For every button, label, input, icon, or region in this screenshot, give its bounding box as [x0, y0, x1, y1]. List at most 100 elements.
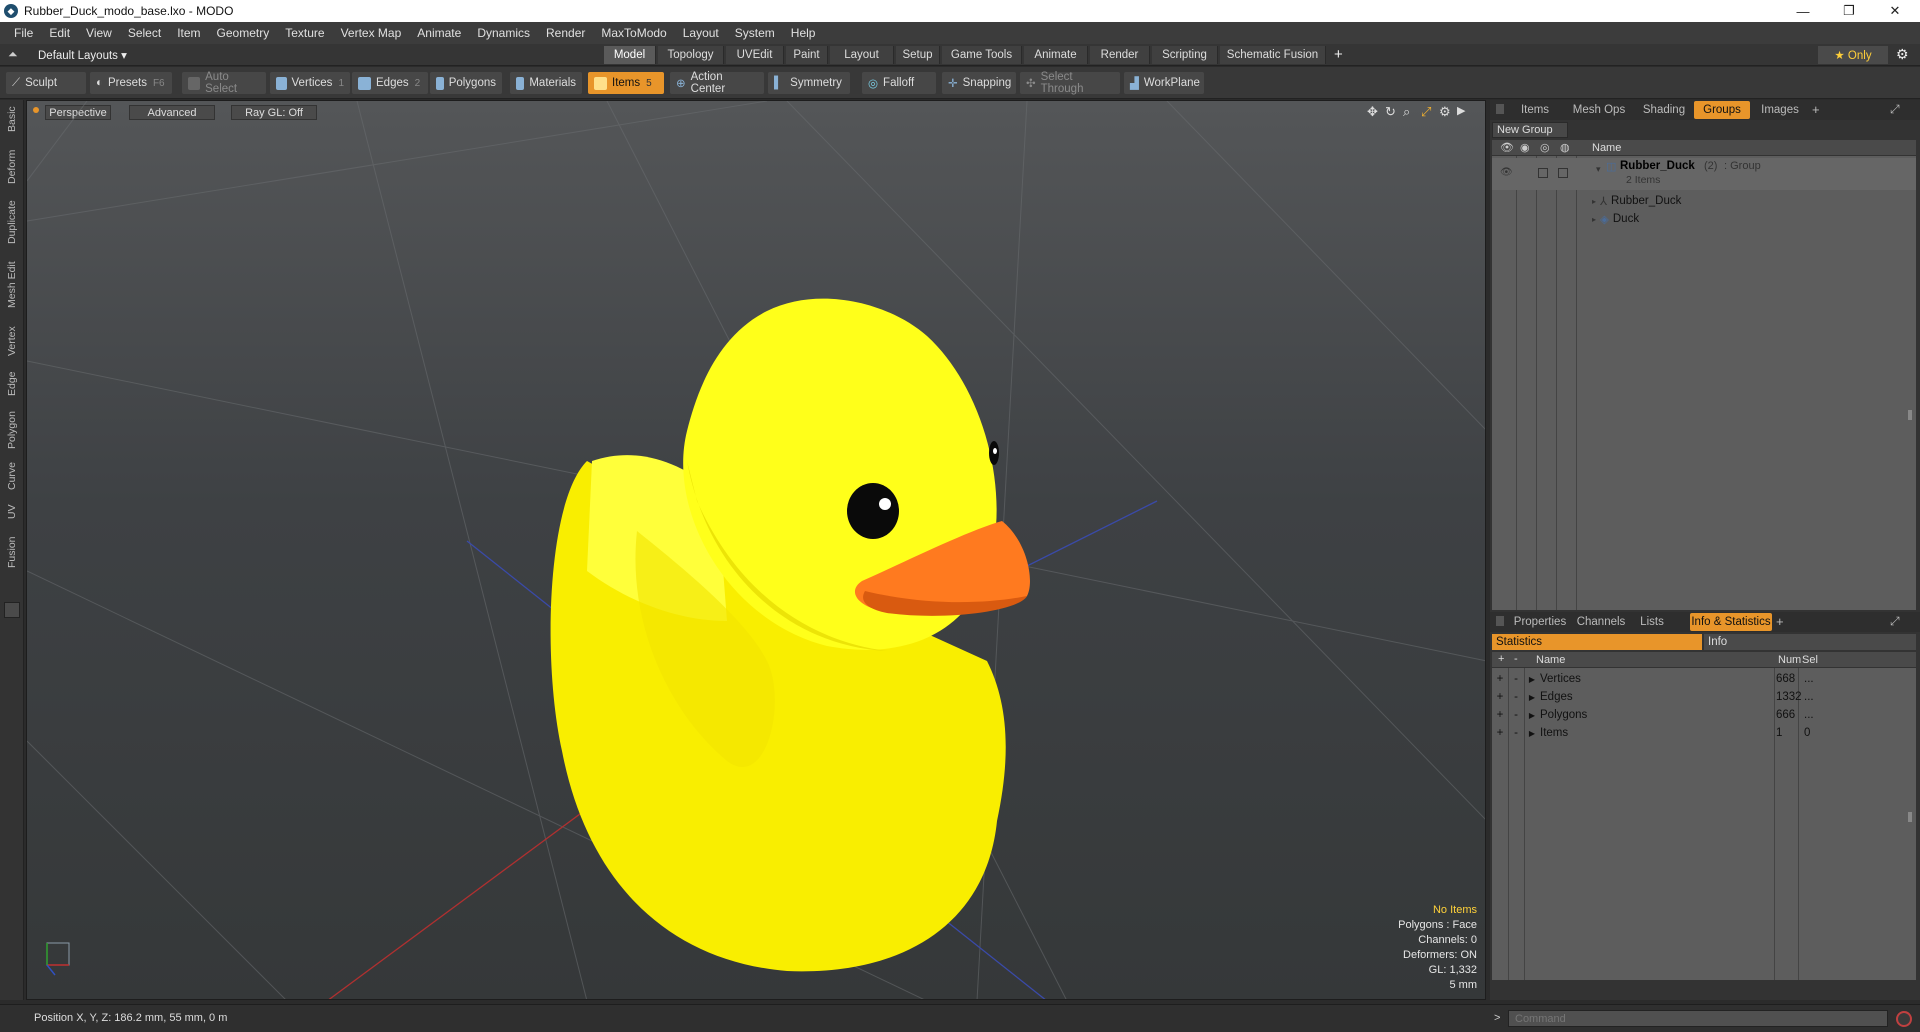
info-panel-grip-icon[interactable] — [1496, 616, 1504, 626]
tab-render[interactable]: Render — [1090, 46, 1150, 64]
tab-topology[interactable]: Topology — [658, 46, 724, 64]
toolbox-toggle-button[interactable] — [4, 602, 20, 618]
close-button[interactable]: ✕ — [1872, 0, 1918, 22]
table-row[interactable]: + - ▶ Vertices 668 ... — [1492, 670, 1916, 688]
3d-viewport[interactable]: Perspective Advanced Ray GL: Off ✥ ↻ ⌕ ⤢… — [26, 100, 1486, 1000]
add-tab-button[interactable]: + — [1334, 46, 1343, 63]
group-expand-icon[interactable]: ▾ — [1596, 164, 1601, 175]
new-group-button[interactable]: New Group — [1492, 122, 1568, 138]
sidetab-vertex[interactable]: Vertex — [2, 320, 22, 362]
tab-info-statistics[interactable]: Info & Statistics — [1690, 613, 1772, 631]
panel-grip-icon[interactable] — [1496, 104, 1504, 114]
child-expand-icon[interactable]: ▸ — [1592, 215, 1596, 224]
tab-model[interactable]: Model — [604, 46, 656, 64]
tab-shading[interactable]: Shading — [1636, 101, 1692, 119]
table-row[interactable]: + - ▶ Items 1 0 — [1492, 724, 1916, 742]
subtab-info[interactable]: Info — [1704, 634, 1916, 650]
add-panel-tab-button[interactable]: + — [1812, 102, 1820, 117]
menu-edit[interactable]: Edit — [41, 26, 78, 40]
menu-help[interactable]: Help — [783, 26, 824, 40]
render-icon[interactable]: ◉ — [1520, 141, 1530, 154]
sidetab-duplicate[interactable]: Duplicate — [2, 196, 22, 248]
polygons-button[interactable]: Polygons — [430, 72, 502, 94]
tab-items[interactable]: Items — [1510, 101, 1560, 119]
row-expand-icon[interactable]: ▶ — [1524, 729, 1540, 738]
materials-button[interactable]: Materials — [510, 72, 582, 94]
lock-icon[interactable]: ◎ — [1540, 141, 1550, 154]
tab-game-tools[interactable]: Game Tools — [942, 46, 1022, 64]
row-add-icon[interactable]: + — [1492, 673, 1508, 685]
menu-dynamics[interactable]: Dynamics — [469, 26, 538, 40]
menu-item[interactable]: Item — [169, 26, 208, 40]
statistics-scrollbar[interactable] — [1908, 812, 1912, 822]
group-visibility-eye-icon[interactable]: 👁 — [1500, 167, 1513, 178]
select-through-button[interactable]: ✣ Select Through — [1020, 71, 1120, 95]
tab-lists[interactable]: Lists — [1632, 613, 1672, 631]
row-expand-icon[interactable]: ▶ — [1524, 711, 1540, 720]
only-toggle[interactable]: ★ Only — [1818, 46, 1888, 64]
group-lock-checkbox[interactable] — [1538, 168, 1548, 178]
record-macro-icon[interactable] — [1896, 1011, 1912, 1027]
row-expand-icon[interactable]: ▶ — [1524, 675, 1540, 684]
group-select-checkbox[interactable] — [1558, 168, 1568, 178]
menu-layout[interactable]: Layout — [675, 26, 727, 40]
menu-view[interactable]: View — [78, 26, 120, 40]
tab-animate[interactable]: Animate — [1024, 46, 1088, 64]
tab-uvedit[interactable]: UVEdit — [726, 46, 784, 64]
tab-mesh-ops[interactable]: Mesh Ops — [1564, 101, 1634, 119]
row-expand-icon[interactable]: ▶ — [1524, 693, 1540, 702]
sidetab-edge[interactable]: Edge — [2, 366, 22, 402]
layout-preset-dropdown[interactable]: Default Layouts ▾ — [38, 48, 127, 62]
group-row-rubber-duck[interactable]: 👁 ▾ ◫ Rubber_Duck (2) : Group 2 Items — [1492, 158, 1916, 190]
auto-select-button[interactable]: Auto Select — [182, 71, 266, 95]
maximize-button[interactable]: ❐ — [1826, 0, 1872, 22]
panel-expand-icon[interactable]: ⤢ — [1890, 102, 1900, 117]
group-child-row[interactable]: ▸ ◈ Duck — [1582, 210, 1916, 228]
menu-geometry[interactable]: Geometry — [209, 26, 278, 40]
add-info-tab-button[interactable]: + — [1776, 614, 1784, 629]
tab-properties[interactable]: Properties — [1510, 613, 1570, 631]
sidetab-curve[interactable]: Curve — [2, 458, 22, 494]
tab-channels[interactable]: Channels — [1572, 613, 1630, 631]
row-add-icon[interactable]: + — [1492, 727, 1508, 739]
menu-texture[interactable]: Texture — [277, 26, 332, 40]
layout-collapse-icon[interactable]: ⏶ — [8, 47, 18, 62]
table-row[interactable]: + - ▶ Polygons 666 ... — [1492, 706, 1916, 724]
row-add-icon[interactable]: + — [1492, 691, 1508, 703]
row-remove-icon[interactable]: - — [1508, 673, 1524, 685]
sidetab-fusion[interactable]: Fusion — [2, 532, 22, 572]
menu-select[interactable]: Select — [120, 26, 169, 40]
row-remove-icon[interactable]: - — [1508, 727, 1524, 739]
tab-scripting[interactable]: Scripting — [1152, 46, 1218, 64]
workplane-button[interactable]: ▟ WorkPlane — [1124, 72, 1204, 94]
collapse-all-icon[interactable]: - — [1514, 653, 1518, 665]
menu-file[interactable]: File — [6, 26, 41, 40]
visibility-eye-icon[interactable]: 👁 — [1500, 141, 1514, 154]
tab-layout[interactable]: Layout — [830, 46, 894, 64]
group-child-row[interactable]: ▸ ⅄ Rubber_Duck — [1582, 192, 1916, 210]
groups-scrollbar[interactable] — [1908, 410, 1912, 420]
child-expand-icon[interactable]: ▸ — [1592, 197, 1596, 206]
tab-images[interactable]: Images — [1752, 101, 1808, 119]
edges-button[interactable]: Edges 2 — [352, 72, 428, 94]
select-icon[interactable]: ◍ — [1560, 141, 1570, 154]
sidetab-uv[interactable]: UV — [2, 500, 22, 524]
info-panel-expand-icon[interactable]: ⤢ — [1890, 614, 1900, 629]
menu-system[interactable]: System — [727, 26, 783, 40]
items-button[interactable]: Items 5 — [588, 72, 664, 94]
row-add-icon[interactable]: + — [1492, 709, 1508, 721]
vertices-button[interactable]: Vertices 1 — [270, 72, 350, 94]
sidetab-deform[interactable]: Deform — [2, 146, 22, 188]
expand-all-icon[interactable]: + — [1498, 653, 1504, 665]
menu-animate[interactable]: Animate — [409, 26, 469, 40]
subtab-statistics[interactable]: Statistics — [1492, 634, 1702, 650]
table-row[interactable]: + - ▶ Edges 1332 ... — [1492, 688, 1916, 706]
sidetab-polygon[interactable]: Polygon — [2, 406, 22, 454]
rubber-duck-model[interactable] — [550, 298, 1030, 972]
falloff-button[interactable]: ◎ Falloff — [862, 72, 936, 94]
menu-render[interactable]: Render — [538, 26, 593, 40]
snapping-button[interactable]: ✛ Snapping — [942, 72, 1016, 94]
tab-paint[interactable]: Paint — [786, 46, 828, 64]
tab-groups[interactable]: Groups — [1694, 101, 1750, 119]
menu-vertex-map[interactable]: Vertex Map — [333, 26, 410, 40]
